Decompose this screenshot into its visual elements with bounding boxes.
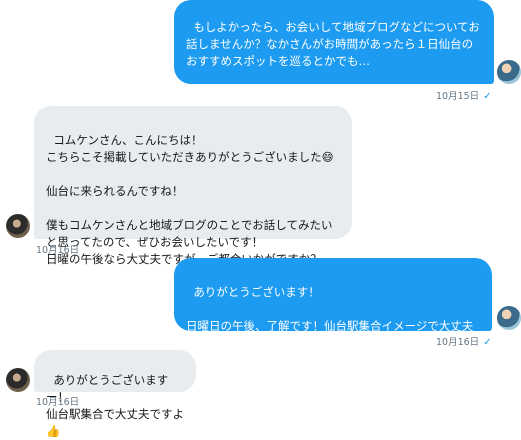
message-timestamp: 10月16日 [36, 397, 80, 408]
read-check-icon: ✓ [483, 91, 492, 102]
grinning-face-icon: 😄 [321, 150, 334, 164]
read-check-icon: ✓ [483, 337, 492, 348]
message-timestamp: 10月16日 [36, 245, 80, 256]
message-text: コムケンさん、こんにちは！ こちらこそ掲載していただきありがとうございました [46, 133, 322, 164]
message-bubble-incoming: コムケンさん、こんにちは！ こちらこそ掲載していただきありがとうございました😄 … [34, 106, 352, 266]
message-text: ありがとうございます！ 日曜日の午後、了解です！仙台駅集合イメージで大丈夫ですか… [186, 285, 474, 350]
thumbs-up-icon: 👍 [46, 424, 61, 438]
avatar[interactable] [6, 214, 30, 238]
message-timestamp: 10月15日 ✓ [436, 91, 492, 102]
avatar[interactable] [497, 306, 521, 330]
message-bubble-outgoing: ありがとうございます！ 日曜日の午後、了解です！仙台駅集合イメージで大丈夫ですか… [174, 258, 492, 350]
avatar[interactable] [497, 60, 521, 84]
message-bubble-outgoing: もしよかったら、お会いして地域ブログなどについてお話しませんか？なかさんがお時間… [174, 0, 494, 102]
message-bubble-incoming: ありがとうございますー！ 仙台駅集合で大丈夫ですよ👍 [34, 350, 196, 438]
message-timestamp: 10月16日 ✓ [436, 337, 492, 348]
message-text: 仙台に来られるんですね！ 僕もコムケンさんと地域ブログのことでお話してみたいと思… [46, 184, 333, 266]
avatar[interactable] [6, 368, 30, 392]
